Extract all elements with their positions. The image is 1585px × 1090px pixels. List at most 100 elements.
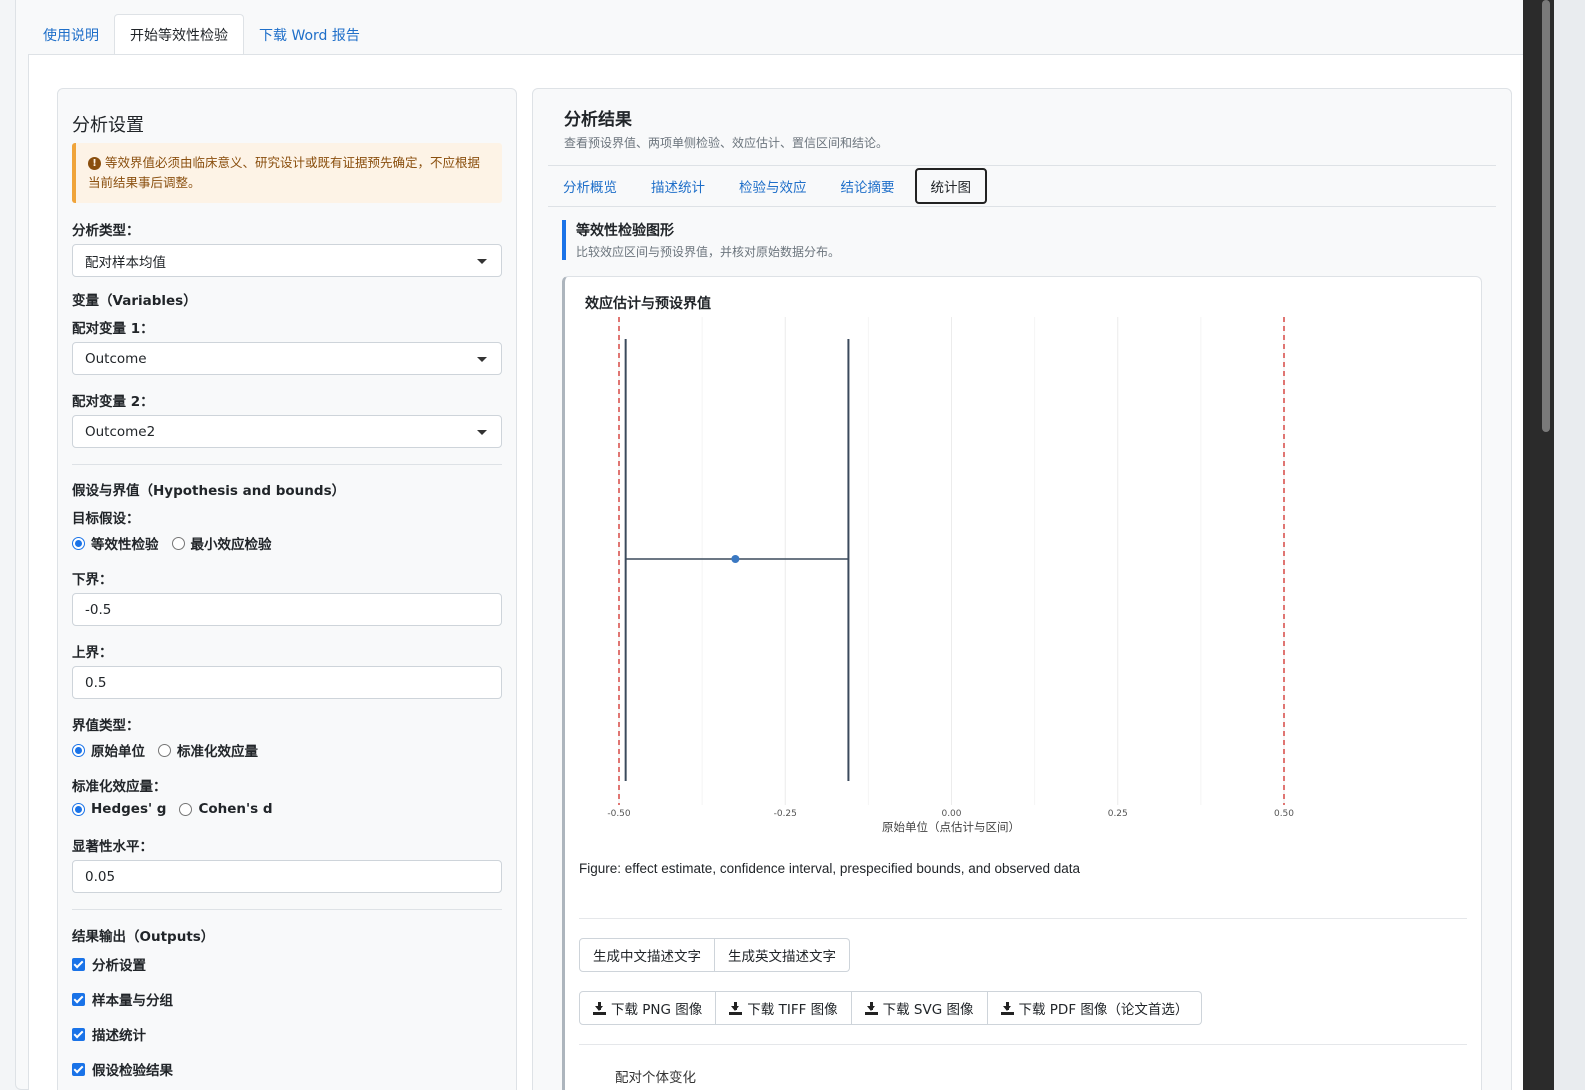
upper-bound-value: 0.5: [85, 674, 107, 691]
download-icon: [864, 1001, 878, 1015]
output-checkbox-row[interactable]: 样本量与分组: [72, 989, 173, 1009]
std-effect-radio-group: Hedges' g Cohen's d: [72, 801, 273, 817]
radio-standardized-label: 标准化效应量: [177, 744, 258, 760]
top-tab-bar: 使用说明 开始等效性检验 下载 Word 报告: [28, 14, 375, 55]
output-checkbox-row[interactable]: 假设检验结果: [72, 1059, 173, 1079]
hypothesis-heading: 假设与界值（Hypothesis and bounds）: [72, 483, 346, 499]
alpha-value: 0.05: [85, 868, 116, 885]
chevron-down-icon: [477, 259, 487, 264]
divider: [579, 918, 1467, 919]
page: 使用说明 开始等效性检验 下载 Word 报告 分析设置 ! 等效界值必须由临床意…: [0, 0, 1554, 1090]
radio-equivalence[interactable]: [72, 536, 85, 550]
radio-hedges-g[interactable]: [72, 802, 85, 816]
var2-label: 配对变量 2：: [72, 394, 154, 410]
lower-bound-value: -0.5: [85, 601, 112, 618]
target-radio-group: 等效性检验 最小效应检验: [72, 533, 272, 553]
analysis-type-value: 配对样本均值: [85, 254, 166, 271]
settings-card: 分析设置 ! 等效界值必须由临床意义、研究设计或既有证据预先确定，不应根据当前结果…: [57, 88, 517, 1090]
warning-text: 等效界值必须由临床意义、研究设计或既有证据预先确定，不应根据当前结果事后调整。: [88, 155, 481, 190]
tab-overview[interactable]: 分析概览: [548, 168, 634, 204]
download-icon: [729, 1001, 743, 1015]
figure-caption: Figure: effect estimate, confidence inte…: [579, 861, 1081, 876]
chart-interval: [624, 339, 850, 781]
radio-minimal-effect[interactable]: [171, 536, 185, 550]
radio-hedges-g-label: Hedges' g: [91, 801, 167, 817]
download-svg-label: 下载 SVG 图像: [882, 1002, 974, 1018]
checkbox-checked-icon[interactable]: [72, 957, 85, 971]
output-label: 样本量与分组: [92, 993, 173, 1009]
lower-bound-input[interactable]: -0.5: [72, 593, 502, 626]
download-pdf-button[interactable]: 下载 PDF 图像（论文首选）: [987, 991, 1203, 1025]
radio-cohens-d[interactable]: [179, 802, 193, 816]
x-tick-label: -0.25: [774, 809, 797, 819]
var1-value: Outcome: [85, 350, 147, 367]
radio-cohens-d-label: Cohen's d: [198, 801, 273, 817]
var1-select[interactable]: Outcome: [72, 342, 502, 375]
figure-heading: 等效性检验图形: [576, 223, 674, 239]
analysis-type-label: 分析类型：: [72, 223, 140, 239]
tab-start-test[interactable]: 开始等效性检验: [114, 14, 244, 55]
radio-raw-units-label: 原始单位: [91, 744, 145, 760]
checkbox-checked-icon[interactable]: [72, 992, 85, 1006]
bound-type-label: 界值类型：: [72, 718, 140, 734]
upper-bound-label: 上界：: [72, 645, 113, 661]
download-tiff-label: 下载 TIFF 图像: [747, 1002, 838, 1018]
divider: [548, 165, 1496, 166]
divider: [72, 909, 502, 910]
radio-minimal-effect-label: 最小效应检验: [190, 537, 272, 553]
alpha-input[interactable]: 0.05: [72, 860, 502, 893]
output-label: 分析设置: [92, 958, 146, 974]
download-pdf-label: 下载 PDF 图像（论文首选）: [1018, 1002, 1189, 1018]
generate-chinese-text-button[interactable]: 生成中文描述文字: [579, 938, 715, 972]
chevron-down-icon: [477, 430, 487, 435]
download-png-label: 下载 PNG 图像: [611, 1002, 703, 1018]
outputs-heading: 结果输出（Outputs）: [72, 929, 215, 945]
radio-raw-units[interactable]: [72, 743, 85, 757]
tab-conclusion[interactable]: 结论摘要: [824, 168, 912, 204]
var2-select[interactable]: Outcome2: [72, 415, 502, 448]
divider: [548, 206, 1496, 207]
download-png-button[interactable]: 下载 PNG 图像: [579, 991, 717, 1025]
figure-header: 等效性检验图形 比较效应区间与预设界值，并核对原始数据分布。: [562, 220, 840, 260]
tab-download-word[interactable]: 下载 Word 报告: [244, 14, 375, 55]
x-tick-label: -0.50: [607, 809, 631, 819]
analysis-type-select[interactable]: 配对样本均值: [72, 244, 502, 277]
radio-standardized[interactable]: [158, 743, 171, 757]
output-checkbox-row[interactable]: 描述统计: [72, 1024, 146, 1044]
output-checkbox-row[interactable]: 分析设置: [72, 954, 146, 974]
download-icon: [1000, 1001, 1014, 1015]
output-label: 假设检验结果: [92, 1063, 173, 1079]
scrollbar[interactable]: [1523, 0, 1554, 1090]
plot-container: 效应估计与预设界值 -0.50 -0.25 0.00 0.25 0.50 原始单位（点估…: [562, 276, 1482, 1090]
x-tick-label: 0.00: [941, 809, 961, 819]
scrollbar-thumb[interactable]: [1542, 0, 1550, 432]
upper-bound-input[interactable]: 0.5: [72, 666, 502, 699]
checkbox-checked-icon[interactable]: [72, 1062, 85, 1076]
download-svg-button[interactable]: 下载 SVG 图像: [851, 991, 988, 1025]
divider: [579, 1044, 1467, 1045]
download-tiff-button[interactable]: 下载 TIFF 图像: [716, 991, 852, 1025]
checkbox-checked-icon[interactable]: [72, 1027, 85, 1041]
next-plot-title: 配对个体变化: [615, 1070, 696, 1086]
var1-label: 配对变量 1：: [72, 321, 154, 337]
generate-english-text-button[interactable]: 生成英文描述文字: [715, 938, 850, 972]
settings-title: 分析设置: [72, 115, 144, 136]
tab-instructions[interactable]: 使用说明: [28, 14, 114, 55]
figure-subheading: 比较效应区间与预设界值，并核对原始数据分布。: [576, 245, 841, 259]
tab-descriptives[interactable]: 描述统计: [634, 168, 722, 204]
tab-tests-effects[interactable]: 检验与效应: [722, 168, 824, 204]
target-label: 目标假设：: [72, 511, 140, 527]
alpha-label: 显著性水平：: [72, 839, 153, 855]
chevron-down-icon: [477, 357, 487, 362]
x-tick-label: 0.25: [1108, 809, 1128, 819]
tab-plots[interactable]: 统计图: [914, 168, 987, 204]
point-estimate: [731, 555, 740, 563]
warning-alert: ! 等效界值必须由临床意义、研究设计或既有证据预先确定，不应根据当前结果事后调整。: [72, 143, 502, 203]
chart-grid: [618, 317, 1285, 805]
output-label: 描述统计: [92, 1028, 146, 1044]
divider: [72, 464, 502, 465]
info-icon: !: [88, 157, 101, 170]
var2-value: Outcome2: [85, 423, 156, 440]
x-tick-label: 0.50: [1274, 809, 1294, 819]
equivalence-chart: -0.50 -0.25 0.00 0.25 0.50 原始单位（点估计与区间）: [607, 317, 1294, 834]
